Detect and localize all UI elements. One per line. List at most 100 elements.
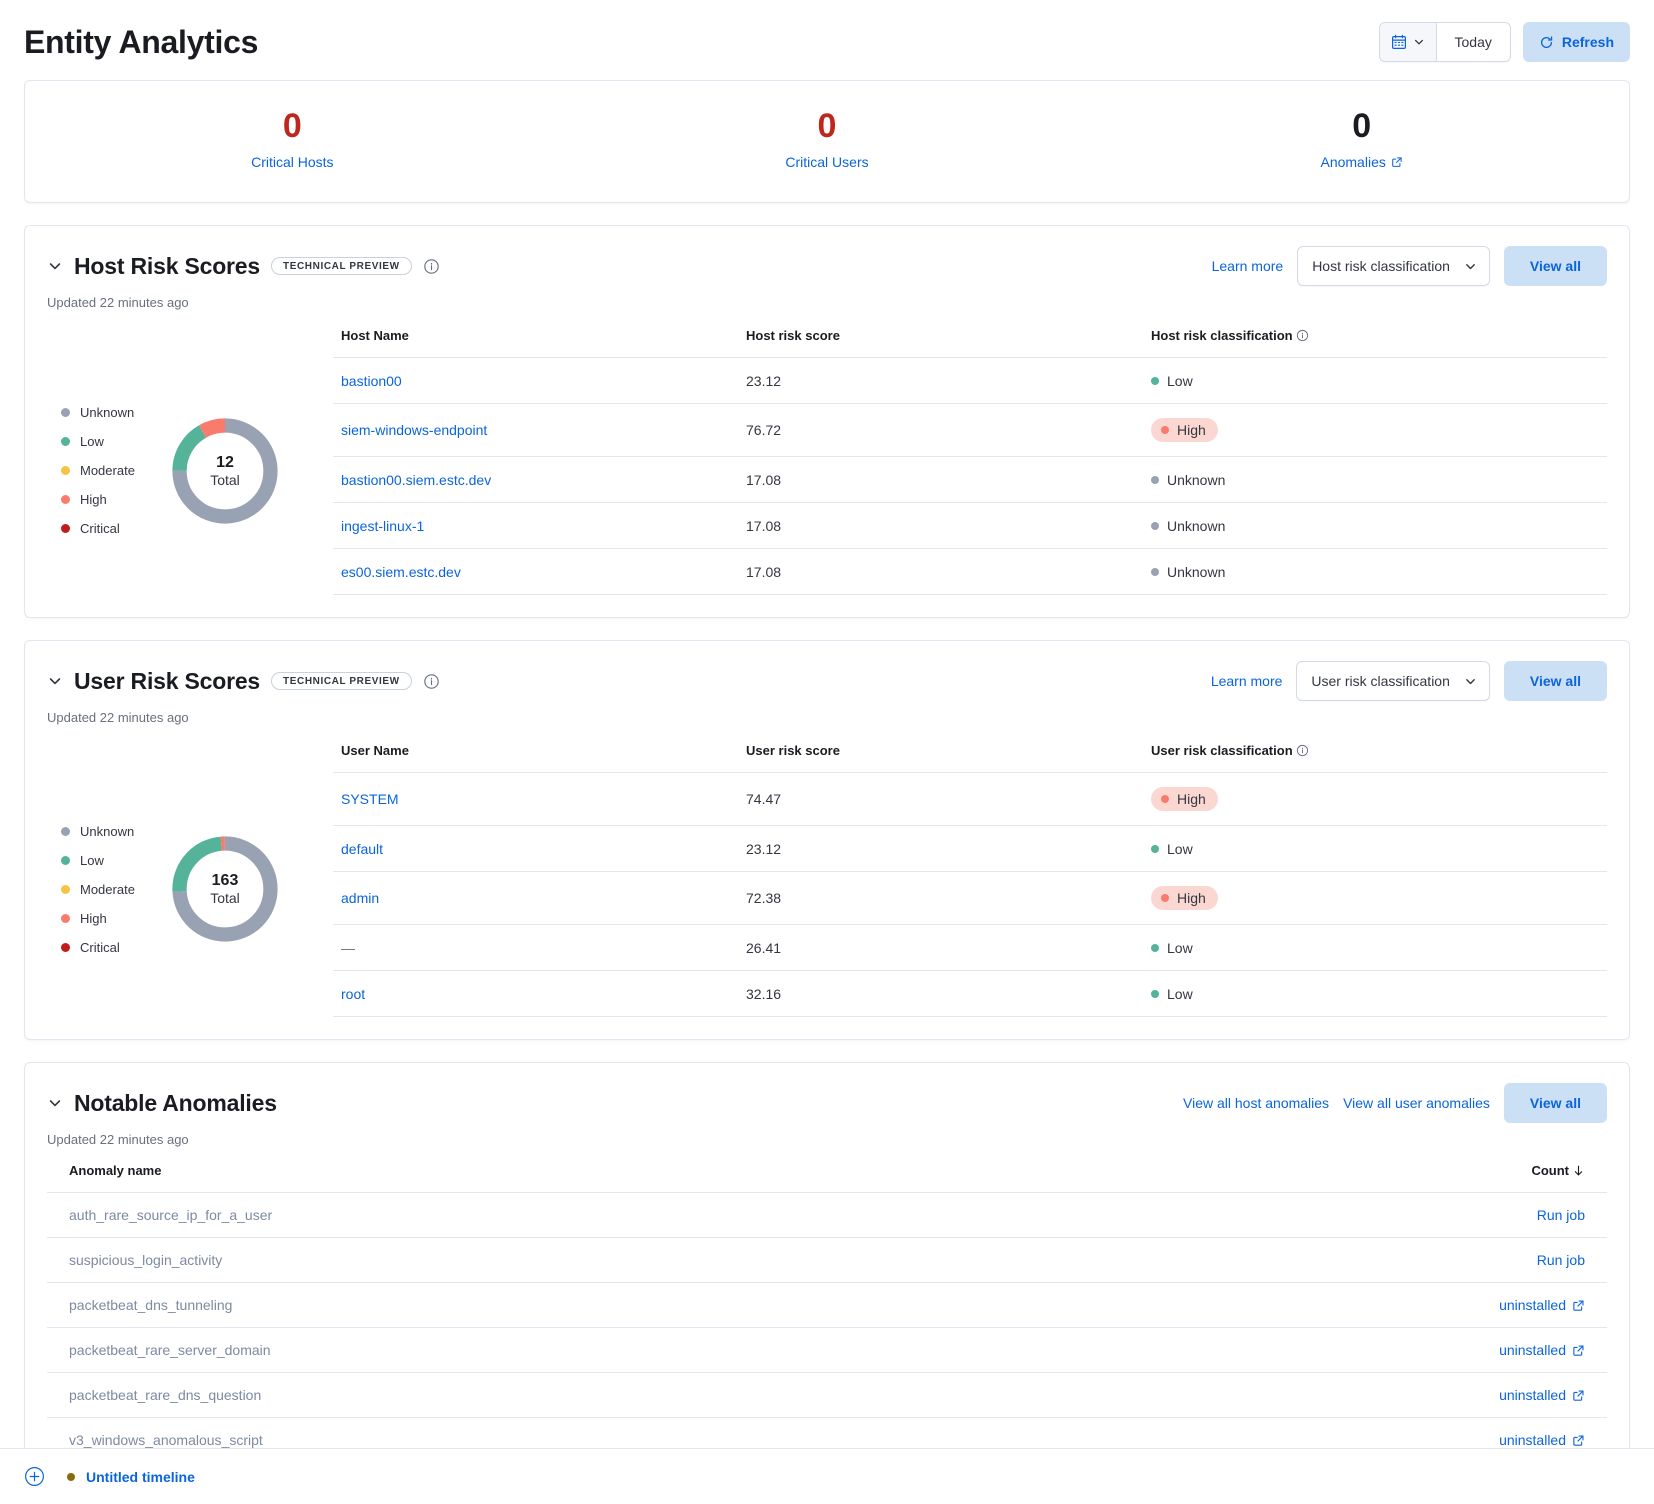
legend-label-high: High [80,492,107,507]
user-risk-classification-select[interactable]: User risk classification [1296,661,1489,701]
host-name-link[interactable]: bastion00 [341,373,402,389]
user-name-cell: — [333,925,738,971]
table-row: bastion00.siem.estc.dev 17.08 Unknown [333,457,1607,503]
anomaly-count-column-header[interactable]: Count [1089,1157,1607,1193]
collapse-chevron-icon[interactable] [47,258,63,274]
legend-label-unknown: Unknown [80,824,134,839]
critical-hosts-link[interactable]: Critical Hosts [251,154,333,170]
critical-hosts-label: Critical Hosts [251,154,333,170]
collapse-chevron-icon[interactable] [47,673,63,689]
legend-item-moderate[interactable]: Moderate [61,882,159,897]
user-col-classification: User risk classification [1143,737,1607,773]
legend-item-low[interactable]: Low [61,434,159,449]
quick-select-button[interactable] [1380,23,1437,61]
status-label: Unknown [1167,472,1225,488]
table-row: SYSTEM 74.47 High [333,773,1607,826]
table-row: default 23.12 Low [333,826,1607,872]
host-updated-text: Updated 22 minutes ago [25,286,1629,310]
user-classification-cell: Low [1143,971,1607,1017]
run-job-link: Run job [1537,1252,1585,1268]
user-view-all-button[interactable]: View all [1504,661,1607,701]
anomaly-action-cell[interactable]: uninstalled [1089,1283,1607,1328]
anomalies-label: Anomalies [1320,154,1385,170]
user-score-cell: 32.16 [738,971,1143,1017]
host-select-value: Host risk classification [1312,258,1450,274]
host-view-all-button[interactable]: View all [1504,246,1607,286]
host-name-link[interactable]: ingest-linux-1 [341,518,424,534]
add-circle-icon[interactable] [24,1466,45,1487]
anomaly-action-cell[interactable]: uninstalled [1089,1328,1607,1373]
anomaly-action-cell[interactable]: Run job [1089,1238,1607,1283]
anomaly-action-cell[interactable]: Run job [1089,1193,1607,1238]
legend-item-critical[interactable]: Critical [61,521,159,536]
legend-dot-high [61,914,70,923]
host-classification-info-icon[interactable] [1296,329,1309,342]
chevron-down-icon [1413,36,1425,48]
host-name-cell: bastion00 [333,358,738,404]
host-col-score: Host risk score [738,322,1143,358]
critical-users-link[interactable]: Critical Users [785,154,868,170]
host-name-link[interactable]: bastion00.siem.estc.dev [341,472,491,488]
anomalies-link[interactable]: Anomalies [1320,154,1402,170]
anomalies-table: Anomaly name Count [47,1157,1607,1463]
host-name-link[interactable]: siem-windows-endpoint [341,422,487,438]
host-name-link[interactable]: es00.siem.estc.dev [341,564,461,580]
anomalies-view-all-button[interactable]: View all [1504,1083,1607,1123]
refresh-button[interactable]: Refresh [1523,22,1630,62]
host-risk-body: Unknown Low Moderate High [25,310,1629,617]
user-name-cell: root [333,971,738,1017]
header-tools: Today Refresh [1379,22,1631,62]
arrow-down-icon [1572,1164,1585,1177]
anomaly-count-label: Count [1531,1163,1569,1178]
host-table-header-row: Host Name Host risk score Host risk clas… [333,322,1607,358]
anomalies-body: Anomaly name Count [25,1147,1629,1479]
view-all-user-anomalies-link[interactable]: View all user anomalies [1343,1095,1490,1111]
collapse-chevron-icon[interactable] [47,1095,63,1111]
anomalies-updated-text: Updated 22 minutes ago [25,1123,1629,1147]
legend-item-critical[interactable]: Critical [61,940,159,955]
legend-item-unknown[interactable]: Unknown [61,824,159,839]
host-info-icon[interactable] [423,258,440,275]
host-risk-classification-select[interactable]: Host risk classification [1297,246,1490,286]
status-badge: High [1151,418,1218,442]
host-risk-donut-chart: 12 Total [165,411,285,531]
legend-item-unknown[interactable]: Unknown [61,405,159,420]
legend-dot-low [61,437,70,446]
user-name-link[interactable]: root [341,986,365,1002]
summary-item-anomalies: 0 Anomalies [1094,107,1629,172]
user-learn-more-link[interactable]: Learn more [1211,673,1283,689]
status-label: Low [1167,940,1193,956]
user-classification-info-icon[interactable] [1296,744,1309,757]
status-label: Low [1167,841,1193,857]
anomaly-action-cell[interactable]: uninstalled [1089,1373,1607,1418]
status-badge: Low [1151,373,1193,389]
user-name-link[interactable]: SYSTEM [341,791,399,807]
user-info-icon[interactable] [423,673,440,690]
user-classification-cell: Low [1143,826,1607,872]
status-badge: Unknown [1151,564,1225,580]
host-risk-tools: Learn more Host risk classification View… [1212,246,1607,286]
summary-panel: 0 Critical Hosts 0 Critical Users 0 Anom… [24,80,1630,203]
table-row: packetbeat_rare_server_domain uninstalle… [47,1328,1607,1373]
user-name-link[interactable]: admin [341,890,379,906]
user-name-link[interactable]: default [341,841,383,857]
view-all-host-anomalies-link[interactable]: View all host anomalies [1183,1095,1329,1111]
status-dot-icon [1151,476,1159,484]
calendar-icon [1391,34,1407,50]
host-learn-more-link[interactable]: Learn more [1212,258,1284,274]
untitled-timeline-link[interactable]: Untitled timeline [67,1469,195,1485]
host-col-classification: Host risk classification [1143,322,1607,358]
host-classification-cell: Unknown [1143,457,1607,503]
legend-dot-critical [61,943,70,952]
status-dot-icon [1161,795,1169,803]
date-range-value[interactable]: Today [1437,23,1510,61]
legend-item-moderate[interactable]: Moderate [61,463,159,478]
legend-label-critical: Critical [80,940,120,955]
legend-item-high[interactable]: High [61,911,159,926]
user-score-cell: 74.47 [738,773,1143,826]
timeline-status-dot-icon [67,1473,75,1481]
date-picker[interactable]: Today [1379,22,1511,62]
legend-item-low[interactable]: Low [61,853,159,868]
legend-item-high[interactable]: High [61,492,159,507]
user-risk-donut-area: Unknown Low Moderate High [47,737,333,1017]
